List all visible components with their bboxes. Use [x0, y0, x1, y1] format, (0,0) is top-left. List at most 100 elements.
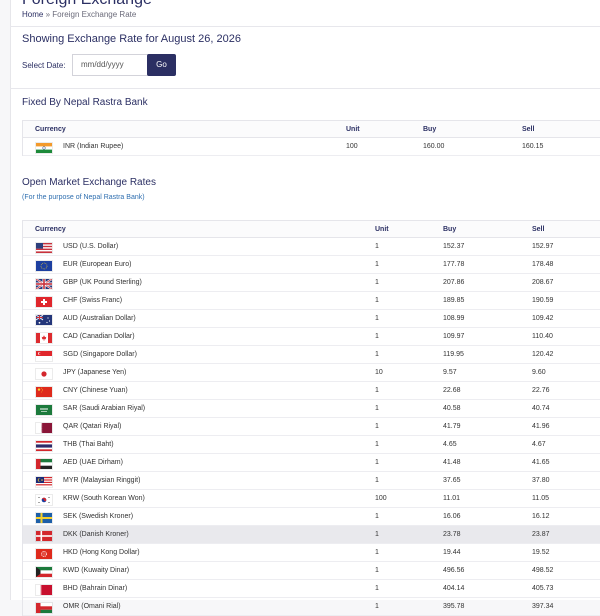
- kuwait-flag-icon: [35, 566, 53, 578]
- sell-rate: 160.15: [522, 143, 543, 150]
- buy-rate: 207.86: [443, 279, 464, 286]
- unit-value: 1: [375, 315, 379, 322]
- india-flag-icon: [35, 142, 53, 154]
- unit-value: 1: [375, 351, 379, 358]
- table-row: SAR (Saudi Arabian Riyal)140.5840.74: [23, 400, 600, 418]
- table-row: BHD (Bahrain Dinar)1404.14405.73: [23, 580, 600, 598]
- sell-rate: 405.73: [532, 585, 553, 592]
- currency-name: EUR (European Euro): [63, 261, 131, 268]
- unit-value: 100: [375, 495, 387, 502]
- table-header: Currency Unit Buy Sell: [23, 221, 600, 238]
- uk-flag-icon: [35, 278, 53, 290]
- table-row: CAD (Canadian Dollar) 1 109.97 110.40: [23, 328, 600, 346]
- currency-name: CAD (Canadian Dollar): [63, 333, 135, 340]
- south-korea-flag-icon: [35, 494, 53, 506]
- sell-rate: 22.76: [532, 387, 550, 394]
- unit-value: 1: [375, 243, 379, 250]
- unit-value: 1: [375, 279, 379, 286]
- breadcrumb: Home » Foreign Exchange Rate: [22, 10, 136, 19]
- table-row: SGD (Singapore Dollar)1119.95120.42: [23, 346, 600, 364]
- currency-name: KWD (Kuwaity Dinar): [63, 567, 129, 574]
- table-row: THB (Thai Baht)14.654.67: [23, 436, 600, 454]
- sell-rate: 120.42: [532, 351, 553, 358]
- buy-rate: 189.85: [443, 297, 464, 304]
- buy-rate: 19.44: [443, 549, 461, 556]
- unit-value: 1: [375, 405, 379, 412]
- unit-value: 1: [375, 459, 379, 466]
- qatar-flag-icon: [35, 422, 53, 434]
- table-row: EUR (European Euro)1177.78178.48: [23, 256, 600, 274]
- go-button[interactable]: Go: [147, 54, 176, 76]
- unit-value: 1: [375, 333, 379, 340]
- usa-flag-icon: [35, 242, 53, 254]
- japan-flag-icon: [35, 368, 53, 380]
- uae-flag-icon: [35, 458, 53, 470]
- sell-rate: 152.97: [532, 243, 553, 250]
- fixed-rates-table: Currency Unit Buy Sell INR (Indian Rupee…: [22, 120, 600, 156]
- open-market-rates-body: USD (U.S. Dollar)1152.37152.97 EUR (Europ…: [23, 238, 600, 616]
- swiss-flag-icon: [35, 296, 53, 308]
- table-row: QAR (Qatari Riyal)141.7941.96: [23, 418, 600, 436]
- sell-rate: 9.60: [532, 369, 546, 376]
- table-row: KRW (South Korean Won)10011.0111.05: [23, 490, 600, 508]
- header-sell: Sell: [532, 226, 544, 233]
- eu-flag-icon: [35, 260, 53, 272]
- currency-name: QAR (Qatari Riyal): [63, 423, 121, 430]
- currency-name: MYR (Malaysian Ringgit): [63, 477, 140, 484]
- sell-rate: 208.67: [532, 279, 553, 286]
- table-row: USD (U.S. Dollar)1152.37152.97: [23, 238, 600, 256]
- currency-name: KRW (South Korean Won): [63, 495, 145, 502]
- header-sell: Sell: [522, 126, 534, 133]
- table-row: OMR (Omani Rial)1395.78397.34: [23, 598, 600, 616]
- currency-name: THB (Thai Baht): [63, 441, 114, 448]
- sell-rate: 397.34: [532, 603, 553, 610]
- buy-rate: 9.57: [443, 369, 457, 376]
- currency-name: INR (Indian Rupee): [63, 143, 123, 150]
- buy-rate: 404.14: [443, 585, 464, 592]
- saudi-flag-icon: [35, 404, 53, 416]
- open-market-section-title: Open Market Exchange Rates: [22, 177, 156, 188]
- buy-rate: 41.79: [443, 423, 461, 430]
- currency-name: OMR (Omani Rial): [63, 603, 121, 610]
- unit-value: 1: [375, 261, 379, 268]
- sell-rate: 16.12: [532, 513, 550, 520]
- table-row: AED (UAE Dirham)141.4841.65: [23, 454, 600, 472]
- exchange-rate-heading: Showing Exchange Rate for August 26, 202…: [22, 33, 241, 45]
- unit-value: 10: [375, 369, 383, 376]
- buy-rate: 40.58: [443, 405, 461, 412]
- hong-kong-flag-icon: [35, 548, 53, 560]
- unit-value: 1: [375, 531, 379, 538]
- unit-value: 1: [375, 423, 379, 430]
- buy-rate: 496.56: [443, 567, 464, 574]
- currency-name: DKK (Danish Kroner): [63, 531, 129, 538]
- sell-rate: 110.40: [532, 333, 553, 340]
- header-unit: Unit: [346, 126, 360, 133]
- thailand-flag-icon: [35, 440, 53, 452]
- unit-value: 1: [375, 513, 379, 520]
- currency-name: CHF (Swiss Franc): [63, 297, 122, 304]
- unit-value: 1: [375, 549, 379, 556]
- sell-rate: 37.80: [532, 477, 550, 484]
- divider: [10, 88, 600, 89]
- buy-rate: 177.78: [443, 261, 464, 268]
- buy-rate: 11.01: [443, 495, 460, 502]
- unit-value: 1: [375, 387, 379, 394]
- date-input[interactable]: mm/dd/yyyy: [72, 54, 152, 76]
- china-flag-icon: [35, 386, 53, 398]
- table-header: Currency Unit Buy Sell: [23, 121, 600, 138]
- unit-value: 1: [375, 585, 379, 592]
- breadcrumb-home-link[interactable]: Home: [22, 10, 43, 19]
- buy-rate: 16.06: [443, 513, 461, 520]
- currency-name: AED (UAE Dirham): [63, 459, 123, 466]
- sell-rate: 40.74: [532, 405, 550, 412]
- unit-value: 100: [346, 143, 358, 150]
- buy-rate: 109.97: [443, 333, 464, 340]
- canada-flag-icon: [35, 332, 53, 344]
- currency-name: AUD (Australian Dollar): [63, 315, 136, 322]
- page-title: Foreign Exchange: [22, 0, 152, 9]
- table-row: JPY (Japanese Yen)109.579.60: [23, 364, 600, 382]
- unit-value: 1: [375, 441, 379, 448]
- buy-rate: 4.65: [443, 441, 457, 448]
- table-row: HKD (Hong Kong Dollar)119.4419.52: [23, 544, 600, 562]
- table-row: AUD (Australian Dollar)1108.99109.42: [23, 310, 600, 328]
